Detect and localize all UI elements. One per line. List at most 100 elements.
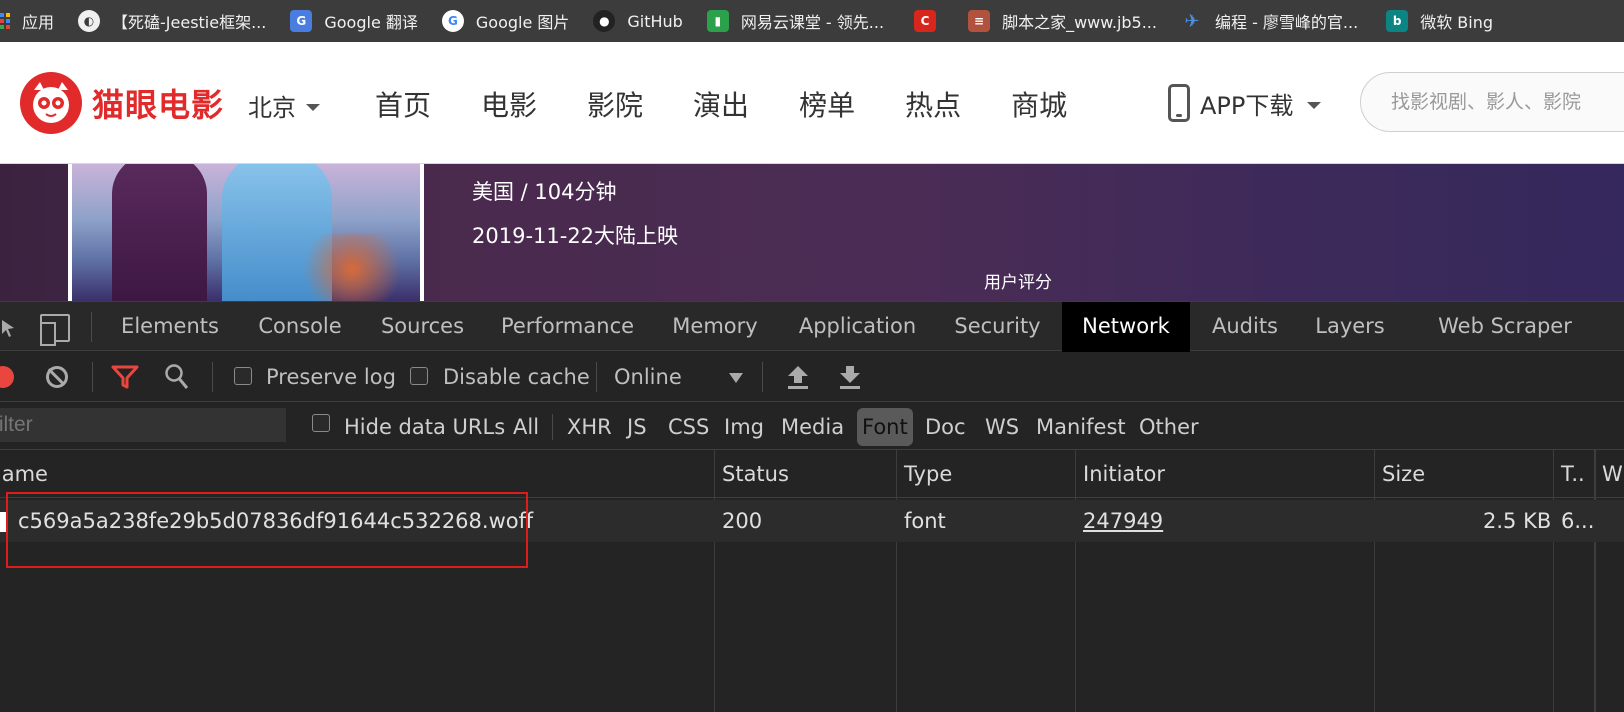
- hide-data-urls-checkbox[interactable]: [312, 414, 330, 432]
- bookmark-google-images[interactable]: G Google 图片: [441, 0, 569, 42]
- bookmark-label: 【死磕-Jeestie框架...: [112, 13, 267, 32]
- bookmark-csdn[interactable]: C: [914, 0, 948, 42]
- filter-type-font[interactable]: Font: [857, 408, 913, 446]
- maoyan-logo-icon[interactable]: [20, 72, 82, 134]
- chevron-down-icon: [306, 104, 320, 111]
- tab-audits[interactable]: Audits: [1200, 302, 1290, 352]
- chevron-down-icon: [1307, 101, 1322, 109]
- tab-elements[interactable]: Elements: [110, 302, 230, 352]
- column-header-time[interactable]: T..: [1561, 450, 1585, 498]
- bookmarks-bar: 应用 ◐ 【死磕-Jeestie框架... G Google 翻译 G Goog…: [0, 0, 1624, 42]
- github-icon: ●: [593, 10, 616, 32]
- tab-console[interactable]: Console: [240, 302, 360, 352]
- column-header-size[interactable]: Size: [1382, 450, 1425, 498]
- filter-type-css[interactable]: CSS: [663, 408, 714, 446]
- disable-cache-label: Disable cache: [443, 365, 590, 389]
- throttling-select[interactable]: Online: [614, 352, 682, 402]
- tab-sources[interactable]: Sources: [370, 302, 475, 352]
- nav-home[interactable]: 首页: [375, 84, 431, 124]
- google-icon: G: [441, 10, 464, 32]
- site-header: 猫眼电影 北京 首页 电影 影院 演出 榜单 热点 商城 APP下载 找影视剧、…: [0, 42, 1624, 164]
- record-icon[interactable]: [0, 366, 14, 388]
- rocket-icon: ✈: [1184, 10, 1200, 32]
- filter-type-media[interactable]: Media: [776, 408, 849, 446]
- bookmark-label: Google 翻译: [324, 13, 418, 32]
- bookmark-jeestie[interactable]: 【死磕-Jeestie框架...: [112, 0, 266, 42]
- export-har-icon[interactable]: [838, 364, 862, 390]
- request-size: 2.5 KB: [1483, 509, 1552, 533]
- nav-shows[interactable]: 演出: [693, 84, 749, 124]
- bookmark-netease[interactable]: ▮ 网易云课堂 - 领先...: [706, 0, 885, 42]
- chevron-down-icon: [729, 373, 743, 383]
- column-header-name[interactable]: Name: [0, 450, 48, 498]
- nav-mall[interactable]: 商城: [1011, 84, 1067, 124]
- bookmark-google-translate[interactable]: G Google 翻译: [290, 0, 418, 42]
- csdn-icon: C: [914, 10, 937, 32]
- filter-icon[interactable]: [111, 364, 139, 390]
- preserve-log-checkbox[interactable]: [234, 367, 252, 385]
- movie-release-date: 2019-11-22大陆上映: [472, 224, 679, 248]
- column-header-status[interactable]: Status: [722, 450, 789, 498]
- site-search-input[interactable]: 找影视剧、影人、影院: [1360, 72, 1624, 132]
- bookmark-label: GitHub: [627, 11, 683, 31]
- bing-icon: b: [1386, 10, 1409, 32]
- bookmark-globe[interactable]: ◐: [78, 0, 112, 42]
- movie-banner: 美国 / 104分钟 2019-11-22大陆上映 用户评分: [0, 164, 1624, 301]
- jb51-icon: ≡: [968, 10, 991, 32]
- filter-type-other[interactable]: Other: [1134, 408, 1204, 446]
- tab-security[interactable]: Security: [945, 302, 1050, 352]
- filter-type-xhr[interactable]: XHR: [562, 408, 617, 446]
- tab-performance[interactable]: Performance: [495, 302, 640, 352]
- nav-cinemas[interactable]: 影院: [587, 84, 643, 124]
- filter-type-doc[interactable]: Doc: [920, 408, 971, 446]
- filter-type-js[interactable]: JS: [622, 408, 652, 446]
- app-download-menu[interactable]: APP下载: [1168, 84, 1322, 122]
- preserve-log-label: Preserve log: [266, 365, 396, 389]
- column-header-initiator[interactable]: Initiator: [1083, 450, 1165, 498]
- filter-input[interactable]: [0, 408, 286, 442]
- devtools-tab-strip: Elements Console Sources Performance Mem…: [0, 301, 1624, 352]
- city-selector[interactable]: 北京: [248, 88, 320, 123]
- tab-layers[interactable]: Layers: [1305, 302, 1395, 352]
- bookmark-liaoxuefeng[interactable]: ✈ 编程 - 廖雪峰的官...: [1181, 0, 1358, 42]
- filter-type-manifest[interactable]: Manifest: [1031, 408, 1131, 446]
- tab-application[interactable]: Application: [790, 302, 925, 352]
- device-toolbar-icon[interactable]: [40, 314, 70, 346]
- bookmark-github[interactable]: ● GitHub: [593, 0, 683, 42]
- nav-hot[interactable]: 热点: [905, 84, 961, 124]
- globe-icon: ◐: [78, 10, 101, 32]
- bookmark-label: 脚本之家_www.jb5...: [1002, 13, 1157, 32]
- column-header-waterfall[interactable]: W: [1602, 450, 1623, 498]
- hide-data-urls-label: Hide data URLs: [344, 415, 506, 439]
- bookmark-label: 网易云课堂 - 领先...: [740, 13, 885, 32]
- site-nav: 首页 电影 影院 演出 榜单 热点 商城: [375, 84, 1117, 124]
- city-label: 北京: [248, 94, 296, 122]
- clear-icon[interactable]: [46, 366, 68, 388]
- column-header-type[interactable]: Type: [904, 450, 952, 498]
- bookmark-jb51[interactable]: ≡ 脚本之家_www.jb5...: [968, 0, 1157, 42]
- nav-movies[interactable]: 电影: [481, 84, 537, 124]
- filter-type-all[interactable]: All: [508, 408, 544, 446]
- bookmark-label: 微软 Bing: [1420, 13, 1494, 32]
- logo-text[interactable]: 猫眼电影: [92, 80, 224, 126]
- bookmark-apps[interactable]: 应用: [0, 0, 54, 42]
- bookmark-bing[interactable]: b 微软 Bing: [1386, 0, 1493, 42]
- nav-rankings[interactable]: 榜单: [799, 84, 855, 124]
- apps-grid-icon: [0, 13, 10, 29]
- inspect-element-icon[interactable]: [0, 318, 16, 338]
- import-har-icon[interactable]: [786, 364, 810, 390]
- filter-type-img[interactable]: Img: [719, 408, 769, 446]
- bookmark-label: 编程 - 廖雪峰的官...: [1214, 13, 1359, 32]
- search-icon[interactable]: [164, 363, 190, 391]
- tab-memory[interactable]: Memory: [660, 302, 770, 352]
- request-type: font: [904, 509, 946, 533]
- highlight-annotation: [6, 492, 528, 568]
- filter-type-ws[interactable]: WS: [980, 408, 1024, 446]
- movie-poster[interactable]: [68, 164, 424, 301]
- tab-web-scraper[interactable]: Web Scraper: [1430, 302, 1580, 352]
- disable-cache-checkbox[interactable]: [410, 367, 428, 385]
- tab-network[interactable]: Network: [1062, 302, 1190, 352]
- movie-meta: 美国 / 104分钟 2019-11-22大陆上映: [472, 176, 678, 264]
- request-initiator-link[interactable]: 247949: [1083, 500, 1163, 542]
- app-download-label: APP下载: [1200, 91, 1294, 120]
